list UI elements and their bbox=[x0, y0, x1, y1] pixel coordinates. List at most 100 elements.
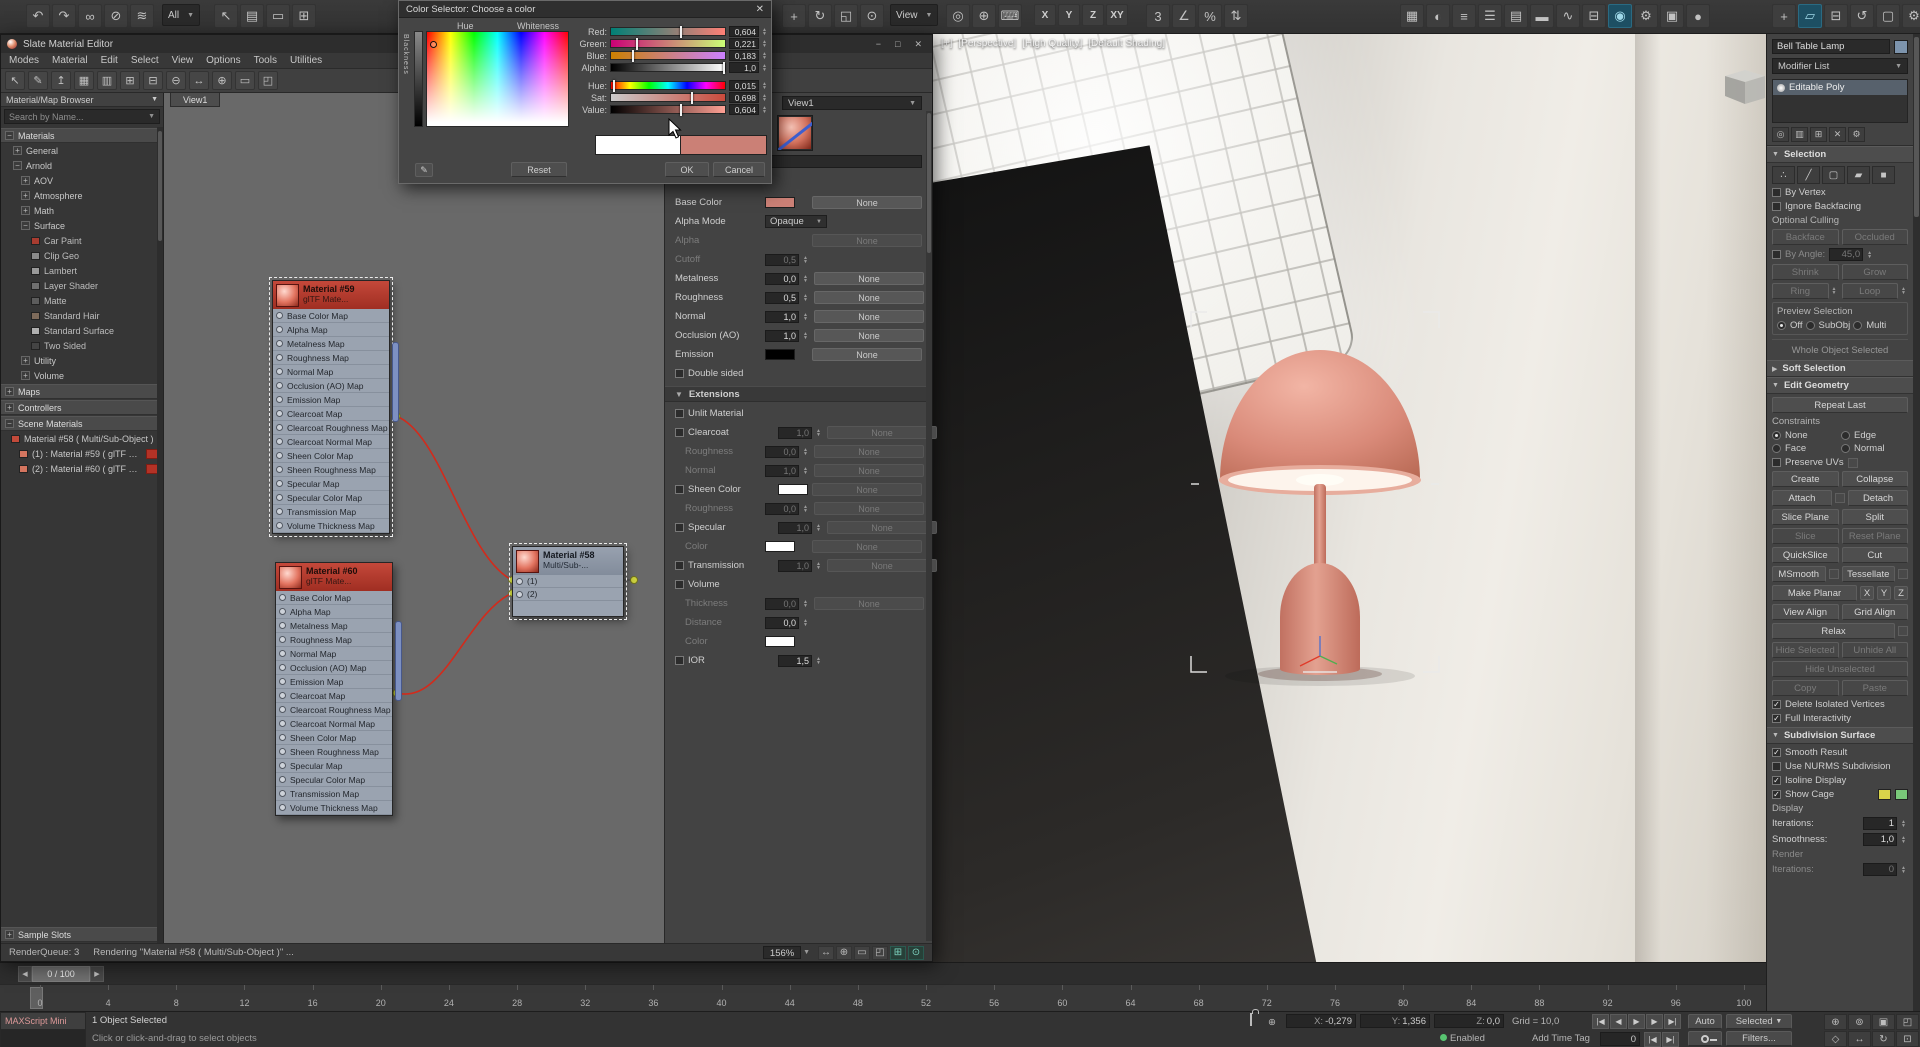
selected-dropdown[interactable]: Selected ▼ bbox=[1726, 1014, 1792, 1029]
visibility-bulb-icon[interactable] bbox=[1777, 84, 1785, 92]
tab-utilities[interactable]: ⚙ bbox=[1902, 4, 1920, 28]
slot-socket-icon[interactable] bbox=[276, 438, 283, 445]
color-swatch[interactable] bbox=[778, 484, 808, 495]
axis-constraint-button[interactable]: XY bbox=[1106, 4, 1128, 26]
parameter-value[interactable]: 1,0 bbox=[778, 560, 812, 572]
browser-tree-row[interactable]: + Atmosphere bbox=[1, 188, 163, 203]
slot-socket-icon[interactable] bbox=[276, 452, 283, 459]
by-angle-checkbox[interactable] bbox=[1772, 250, 1781, 259]
timeline-tick[interactable]: 0 bbox=[32, 985, 48, 1011]
rollout-edit-geometry[interactable]: ▼Edit Geometry bbox=[1767, 377, 1913, 394]
ring-button[interactable]: Ring bbox=[1772, 283, 1829, 299]
fov-icon[interactable]: ◇ bbox=[1824, 1031, 1847, 1047]
expand-toggle-icon[interactable]: + bbox=[21, 206, 30, 215]
browser-tree-row[interactable]: (2) : Material #60 ( glTF Mat... bbox=[1, 461, 163, 476]
map-button[interactable]: None bbox=[812, 196, 922, 209]
show-grid-icon[interactable]: ⊞ bbox=[890, 946, 906, 960]
curve-editor-icon[interactable]: ∿ bbox=[1556, 4, 1580, 28]
menu-item[interactable]: Edit bbox=[101, 55, 118, 66]
reset-button[interactable]: Reset bbox=[511, 162, 567, 177]
timeline-tick[interactable]: 84 bbox=[1463, 985, 1479, 1011]
parameter-value[interactable]: 1,0 bbox=[765, 311, 799, 323]
slot-socket-icon[interactable] bbox=[276, 522, 283, 529]
key-filters-button[interactable]: Filters... bbox=[1726, 1031, 1792, 1046]
node-slot[interactable]: Specular Color Map bbox=[276, 773, 392, 787]
timeline-tick[interactable]: 32 bbox=[577, 985, 593, 1011]
channel-value[interactable]: 0,604 bbox=[729, 26, 759, 37]
node-slot[interactable]: (1) bbox=[513, 575, 623, 588]
radio-option[interactable]: SubObj bbox=[1806, 320, 1851, 331]
zoom-level-field[interactable]: 156% bbox=[763, 946, 801, 959]
browser-tree-row[interactable]: − Scene Materials bbox=[1, 416, 163, 431]
prev-key-button[interactable]: |◀ bbox=[1644, 1032, 1661, 1047]
prev-frame-button[interactable]: ◀ bbox=[1610, 1014, 1627, 1029]
node-slot[interactable]: Emission Map bbox=[273, 393, 389, 407]
slot-socket-icon[interactable] bbox=[279, 650, 286, 657]
polygon-mode-icon[interactable]: ▰ bbox=[1847, 166, 1870, 184]
spinner-arrows[interactable]: ▲▼ bbox=[762, 64, 769, 72]
map-button[interactable]: None bbox=[827, 426, 937, 439]
window-crossing-icon[interactable]: ⊞ bbox=[292, 4, 316, 28]
constraint-radio[interactable]: None bbox=[1772, 430, 1839, 441]
window-button[interactable]: ✕ bbox=[914, 39, 922, 50]
tab-create[interactable]: + bbox=[1772, 4, 1796, 28]
parameter-checkbox[interactable] bbox=[675, 369, 684, 378]
timeline-tick[interactable]: 56 bbox=[986, 985, 1002, 1011]
timeline-tick[interactable]: 100 bbox=[1736, 985, 1752, 1011]
spinner-arrows[interactable]: ▲▼ bbox=[816, 524, 823, 532]
edit-geometry-button[interactable]: View Align bbox=[1772, 604, 1839, 620]
alpha-mode-dropdown[interactable]: Opaque▼ bbox=[765, 215, 827, 228]
spinner-snap-icon[interactable]: ⇅ bbox=[1224, 4, 1248, 28]
checkbox[interactable]: ✓ bbox=[1772, 790, 1781, 799]
node-slot[interactable]: Occlusion (AO) Map bbox=[273, 379, 389, 393]
spinner-arrows[interactable]: ▲▼ bbox=[803, 467, 810, 475]
spinner-arrows[interactable]: ▲▼ bbox=[803, 294, 810, 302]
channel-slider[interactable] bbox=[610, 81, 726, 90]
by-angle-row[interactable]: By Angle: 45,0 ▲▼ bbox=[1772, 248, 1908, 261]
close-icon[interactable]: ✕ bbox=[756, 4, 764, 15]
render-icon[interactable]: ● bbox=[1686, 4, 1710, 28]
undo-icon[interactable]: ↶ bbox=[26, 4, 50, 28]
node-slot[interactable]: Clearcoat Roughness Map bbox=[276, 703, 392, 717]
show-end-result-icon[interactable]: ▥ bbox=[97, 71, 117, 90]
timeline-tick[interactable]: 40 bbox=[714, 985, 730, 1011]
repeat-last-button[interactable]: Repeat Last bbox=[1772, 397, 1908, 413]
parameter-value[interactable]: 0,0 bbox=[765, 617, 799, 629]
checkbox[interactable] bbox=[1772, 202, 1781, 211]
slot-socket-icon[interactable] bbox=[279, 692, 286, 699]
current-frame-field[interactable]: 0 bbox=[1600, 1032, 1640, 1046]
expand-toggle-icon[interactable]: + bbox=[5, 387, 14, 396]
radio-option[interactable]: Off bbox=[1777, 320, 1803, 331]
radio-button[interactable] bbox=[1777, 321, 1786, 330]
browser-tree-row[interactable]: Layer Shader bbox=[1, 278, 163, 293]
slider-marker[interactable] bbox=[691, 92, 693, 104]
timeline-tick[interactable]: 48 bbox=[850, 985, 866, 1011]
viewport[interactable]: [+][Perspective][High Quality][Default S… bbox=[933, 34, 1766, 962]
slider-marker[interactable] bbox=[680, 26, 682, 38]
slot-socket-icon[interactable] bbox=[279, 734, 286, 741]
parameter-checkbox[interactable] bbox=[675, 656, 684, 665]
node-slot[interactable]: Clearcoat Normal Map bbox=[273, 435, 389, 449]
channel-value[interactable]: 0,604 bbox=[729, 104, 759, 115]
tab-display[interactable]: ▢ bbox=[1876, 4, 1900, 28]
parameter-value[interactable]: 1,5 bbox=[778, 655, 812, 667]
angle-value[interactable]: 45,0 bbox=[1829, 248, 1863, 261]
zoom-region-icon[interactable]: ◰ bbox=[1896, 1014, 1919, 1030]
selection-filter-dropdown[interactable]: All▼ bbox=[162, 4, 200, 26]
select-object-icon[interactable]: ↖ bbox=[214, 4, 238, 28]
dialog-titlebar[interactable]: Color Selector: Choose a color ✕ bbox=[399, 1, 771, 18]
command-panel-scrollbar[interactable] bbox=[1913, 34, 1920, 1011]
node-slot[interactable]: Clearcoat Roughness Map bbox=[273, 421, 389, 435]
maximize-viewport-icon[interactable]: ⊡ bbox=[1896, 1031, 1919, 1047]
cage-color-swatch[interactable] bbox=[1878, 789, 1891, 800]
selection-lock-toggle[interactable] bbox=[1250, 1014, 1252, 1025]
delete-isolated-row[interactable]: ✓Delete Isolated Vertices bbox=[1772, 699, 1908, 710]
browser-tree-row[interactable]: − Surface bbox=[1, 218, 163, 233]
map-button[interactable]: None bbox=[814, 464, 924, 477]
edit-geometry-button[interactable]: Tessellate bbox=[1842, 566, 1896, 582]
zoom-extents-icon[interactable]: ▭ bbox=[854, 946, 870, 960]
timeline-tick[interactable]: 8 bbox=[168, 985, 184, 1011]
time-slider-handle[interactable]: ◀ 0 / 100 ▶ bbox=[18, 966, 104, 982]
edit-geometry-button[interactable]: Cut bbox=[1842, 547, 1909, 563]
add-time-tag[interactable]: Add Time Tag bbox=[1532, 1033, 1590, 1044]
